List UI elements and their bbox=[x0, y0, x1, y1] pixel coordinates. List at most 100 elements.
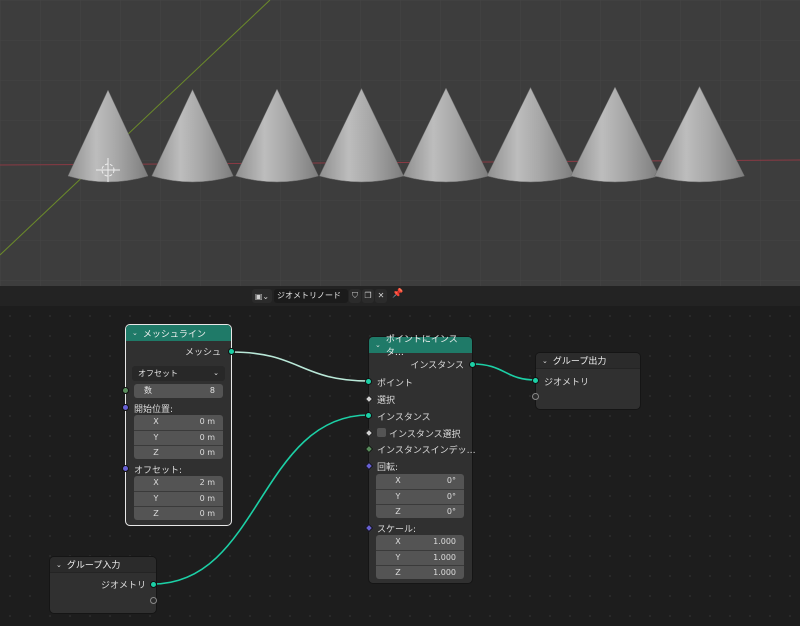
mode-dropdown[interactable]: オフセット ⌄ bbox=[132, 366, 225, 381]
rotation-y-field[interactable]: Y 0° bbox=[376, 489, 464, 503]
empty-input-socket[interactable] bbox=[532, 393, 539, 400]
collapse-icon[interactable]: ⌄ bbox=[375, 341, 381, 349]
instance-label: インスタンス bbox=[377, 413, 431, 423]
scale-label: スケール: bbox=[377, 525, 417, 535]
output-instances-socket[interactable] bbox=[469, 361, 476, 368]
group-output-node[interactable]: ⌄ グループ出力 ジオメトリ bbox=[532, 353, 640, 409]
duplicate-button[interactable]: ❐ bbox=[362, 289, 374, 303]
start-socket[interactable] bbox=[122, 404, 129, 411]
viewport-scene bbox=[0, 0, 800, 286]
axis-label: Y bbox=[153, 433, 159, 442]
node-tree-name-field[interactable]: ジオメトリノード bbox=[274, 289, 348, 303]
axis-label: X bbox=[395, 476, 401, 485]
axis-label: X bbox=[395, 537, 401, 546]
scale-vector-field[interactable]: X 1.000 Y 1.000 Z 1.000 bbox=[376, 535, 464, 579]
count-value: 8 bbox=[209, 386, 215, 395]
axis-value: 0 m bbox=[199, 433, 215, 442]
node-header[interactable]: ⌄ ポイントにインスタ… bbox=[369, 335, 472, 358]
axis-value: 0 m bbox=[199, 448, 215, 457]
start-z-field[interactable]: Z 0 m bbox=[134, 445, 223, 459]
chevron-down-icon: ⌄ bbox=[213, 369, 219, 377]
rotation-x-field[interactable]: X 0° bbox=[376, 474, 464, 488]
axis-value: 1.000 bbox=[433, 553, 456, 562]
geometry-output-socket[interactable] bbox=[150, 581, 157, 588]
axis-label: X bbox=[153, 417, 159, 426]
rotation-label: 回転: bbox=[377, 463, 399, 473]
count-socket[interactable] bbox=[122, 387, 129, 394]
start-y-field[interactable]: Y 0 m bbox=[134, 430, 223, 444]
collapse-icon[interactable]: ⌄ bbox=[132, 329, 138, 337]
pin-button[interactable]: 📌 bbox=[392, 289, 403, 299]
geometry-output-label: ジオメトリ bbox=[100, 581, 146, 591]
shield-icon: ⛉ bbox=[352, 291, 358, 300]
instance-index-label: インスタンスインデッ… bbox=[377, 446, 476, 456]
selection-label: 選択 bbox=[377, 396, 396, 406]
mesh-line-node[interactable]: ⌄ メッシュライン メッシュ オフセット ⌄ 数 8 開始位置: X 0 m Y 0… bbox=[122, 325, 235, 525]
axis-label: Y bbox=[395, 492, 401, 501]
instance-on-points-node[interactable]: ⌄ ポイントにインスタ… インスタンス ポイント 選択 インスタンス インスタン… bbox=[364, 335, 476, 583]
offset-vector-field[interactable]: X 2 m Y 0 m Z 0 m bbox=[134, 476, 223, 520]
axis-value: 1.000 bbox=[433, 568, 456, 577]
output-mesh-socket[interactable] bbox=[228, 348, 235, 355]
axis-label: Y bbox=[153, 494, 159, 503]
axis-value: 0° bbox=[446, 476, 456, 485]
rotation-z-field[interactable]: Z 0° bbox=[376, 504, 464, 518]
scale-z-field[interactable]: Z 1.000 bbox=[376, 565, 464, 579]
instance-socket[interactable] bbox=[365, 412, 372, 419]
count-label: 数 bbox=[144, 386, 152, 395]
3d-viewport[interactable] bbox=[0, 0, 800, 286]
rotation-vector-field[interactable]: X 0° Y 0° Z 0° bbox=[376, 474, 464, 518]
axis-value: 0° bbox=[446, 507, 456, 516]
axis-value: 0 m bbox=[199, 494, 215, 503]
axis-value: 0 m bbox=[199, 417, 215, 426]
close-icon: ✕ bbox=[377, 291, 385, 300]
mode-value: オフセット bbox=[138, 369, 178, 378]
offset-socket[interactable] bbox=[122, 465, 129, 472]
node-header[interactable]: ⌄ メッシュライン bbox=[126, 325, 231, 341]
pick-instance-checkbox[interactable] bbox=[377, 428, 386, 437]
node-title: グループ入力 bbox=[66, 561, 121, 571]
geometry-input-socket[interactable] bbox=[532, 377, 539, 384]
node-header[interactable]: ⌄ グループ出力 bbox=[536, 353, 640, 369]
unlink-button[interactable]: ✕ bbox=[375, 289, 387, 303]
start-vector-field[interactable]: X 0 m Y 0 m Z 0 m bbox=[134, 415, 223, 459]
axis-value: 2 m bbox=[199, 478, 215, 487]
node-editor-header: ▣⌄ ジオメトリノード ⛉ ❐ ✕ 📌 bbox=[0, 286, 800, 306]
fake-user-button[interactable]: ⛉ bbox=[349, 289, 361, 303]
output-instances-label: インスタンス bbox=[410, 361, 464, 371]
offset-x-field[interactable]: X 2 m bbox=[134, 476, 223, 490]
points-label: ポイント bbox=[377, 379, 414, 389]
axis-label: Z bbox=[153, 448, 159, 457]
offset-z-field[interactable]: Z 0 m bbox=[134, 506, 223, 520]
node-title: グループ出力 bbox=[552, 357, 607, 367]
empty-output-socket[interactable] bbox=[150, 597, 157, 604]
pick-instance-label: インスタンス選択 bbox=[389, 430, 461, 440]
axis-value: 1.000 bbox=[433, 537, 456, 546]
duplicate-icon: ❐ bbox=[364, 291, 372, 300]
collapse-icon[interactable]: ⌄ bbox=[56, 561, 62, 569]
group-input-node[interactable]: ⌄ グループ入力 ジオメトリ bbox=[50, 557, 157, 613]
node-title: ポイントにインスタ… bbox=[385, 335, 458, 358]
scale-y-field[interactable]: Y 1.000 bbox=[376, 550, 464, 564]
geometry-nodes-icon: ▣⌄ bbox=[254, 291, 270, 301]
axis-label: X bbox=[153, 478, 159, 487]
axis-value: 0 m bbox=[199, 509, 215, 518]
output-mesh-label: メッシュ bbox=[184, 348, 221, 358]
count-field[interactable]: 数 8 bbox=[134, 384, 223, 398]
geometry-input-label: ジオメトリ bbox=[544, 378, 590, 388]
axis-label: Z bbox=[395, 568, 401, 577]
axis-label: Z bbox=[395, 507, 401, 516]
points-socket[interactable] bbox=[365, 378, 372, 385]
node-tree-type-button[interactable]: ▣⌄ bbox=[252, 289, 272, 303]
offset-y-field[interactable]: Y 0 m bbox=[134, 491, 223, 505]
node-title: メッシュライン bbox=[142, 329, 206, 340]
collapse-icon[interactable]: ⌄ bbox=[542, 357, 548, 365]
scale-x-field[interactable]: X 1.000 bbox=[376, 535, 464, 549]
start-x-field[interactable]: X 0 m bbox=[134, 415, 223, 429]
offset-label: オフセット: bbox=[134, 466, 183, 476]
node-header[interactable]: ⌄ グループ入力 bbox=[50, 557, 156, 573]
axis-label: Z bbox=[153, 509, 159, 518]
axis-value: 0° bbox=[446, 492, 456, 501]
start-label: 開始位置: bbox=[134, 405, 174, 415]
pin-icon: 📌 bbox=[392, 289, 404, 299]
